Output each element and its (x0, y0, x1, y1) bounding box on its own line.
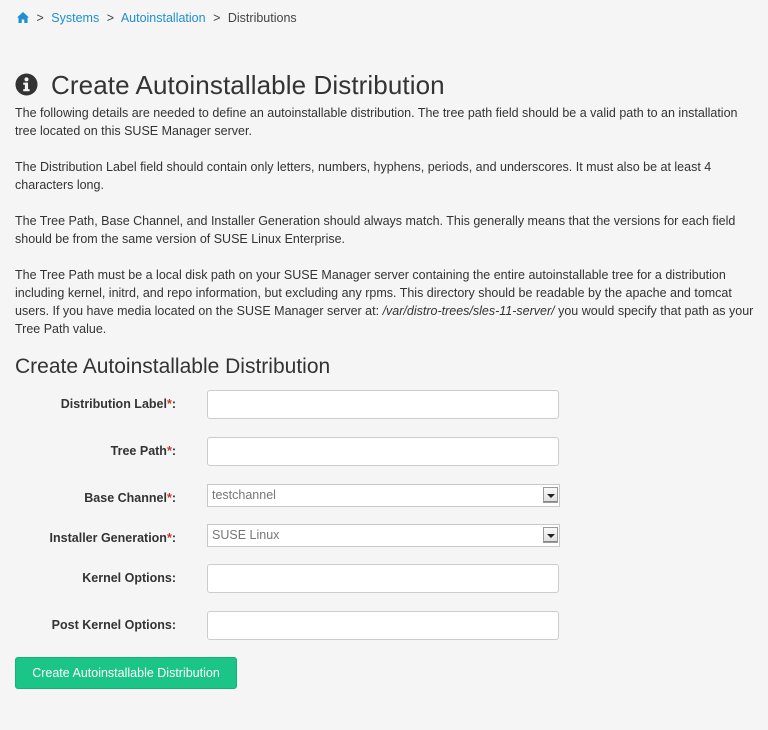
label-colon: : (171, 571, 176, 585)
example-tree-path: /var/distro-trees/sles-11-server/ (382, 304, 555, 318)
installer-generation-select[interactable]: SUSE Linux (207, 524, 560, 547)
installer-generation-selected-value: SUSE Linux (212, 528, 280, 542)
kernel-options-label: Kernel Options: (82, 571, 176, 585)
installer-generation-label: Installer Generation*: (50, 531, 176, 545)
tree-path-label: Tree Path*: (111, 444, 176, 458)
create-distribution-button[interactable]: Create Autoinstallable Distribution (15, 657, 237, 689)
field-label-text: Base Channel (84, 491, 167, 505)
chevron-down-icon[interactable] (543, 527, 558, 543)
distribution-label-label: Distribution Label*: (61, 397, 176, 411)
form-section-title: Create Autoinstallable Distribution (15, 355, 331, 378)
field-label-text: Distribution Label (60, 397, 167, 411)
page-title: Create Autoinstallable Distribution (51, 70, 445, 101)
label-colon: : (171, 531, 176, 545)
label-colon: : (171, 397, 176, 411)
field-label-text: Installer Generation (49, 531, 167, 545)
chevron-down-icon[interactable] (543, 487, 558, 503)
intro-paragraph-1: The following details are needed to defi… (15, 106, 738, 138)
breadcrumb-systems-link[interactable]: Systems (51, 11, 99, 25)
home-icon[interactable] (17, 12, 29, 26)
info-circle-icon (15, 73, 38, 99)
base-channel-select[interactable]: testchannel (207, 484, 560, 507)
label-colon: : (171, 618, 176, 632)
tree-path-input[interactable] (207, 437, 559, 466)
label-colon: : (171, 444, 176, 458)
field-label-text: Post Kernel Options (51, 618, 172, 632)
breadcrumb-current: Distributions (227, 11, 297, 25)
breadcrumb: > Systems > Autoinstallation > Distribut… (17, 11, 297, 26)
intro-paragraph-3: The Tree Path, Base Channel, and Install… (15, 214, 736, 246)
base-channel-selected-value: testchannel (212, 488, 276, 502)
breadcrumb-separator: > (213, 11, 221, 25)
intro-paragraph-2: The Distribution Label field should cont… (15, 160, 712, 192)
intro-paragraph-4: The Tree Path must be a local disk path … (15, 266, 757, 338)
breadcrumb-separator: > (106, 11, 115, 25)
breadcrumb-autoinstallation-link[interactable]: Autoinstallation (121, 11, 206, 25)
base-channel-label: Base Channel*: (84, 491, 176, 505)
post-kernel-options-label: Post Kernel Options: (52, 618, 176, 632)
post-kernel-options-input[interactable] (207, 611, 559, 640)
distribution-label-input[interactable] (207, 390, 559, 419)
breadcrumb-separator: > (36, 11, 44, 25)
kernel-options-input[interactable] (207, 564, 559, 593)
field-label-text: Kernel Options (82, 571, 172, 585)
field-label-text: Tree Path (110, 444, 167, 458)
label-colon: : (171, 491, 176, 505)
